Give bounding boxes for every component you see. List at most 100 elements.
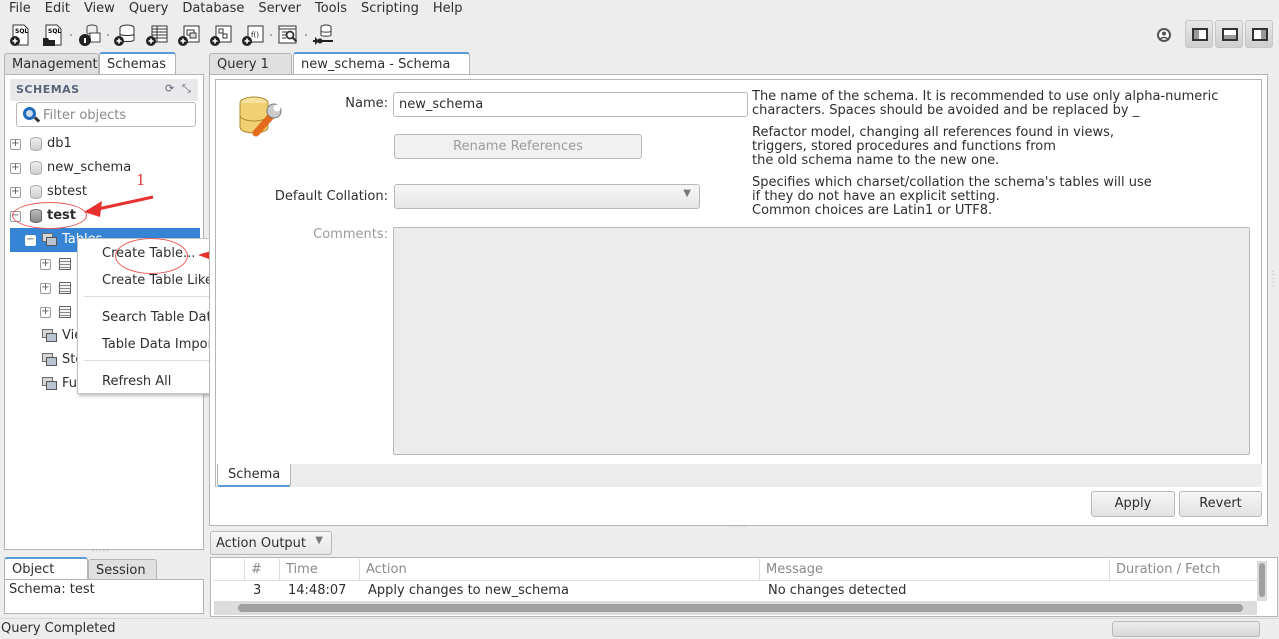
output-type-select[interactable]: Action Output ▼ — [210, 531, 332, 555]
horizontal-scrollbar[interactable] — [214, 601, 1257, 615]
preferences-button[interactable] — [1154, 22, 1174, 52]
annotation-circle — [115, 238, 188, 274]
editor-subtabs: Schema — [217, 464, 1262, 487]
output-header-row: # Time Action Message Duration / Fetch — [214, 559, 1257, 581]
collation-label: Default Collation: — [274, 189, 388, 204]
expand-icon[interactable]: + — [40, 259, 51, 270]
cell-number: 3 — [253, 583, 262, 598]
refresh-icon[interactable]: ⟳ — [165, 82, 174, 95]
tree-item-new-schema[interactable]: + new_schema — [10, 156, 200, 180]
collation-help-text: Specifies which charset/collation the sc… — [752, 175, 1152, 218]
scrollbar-thumb[interactable] — [238, 604, 1243, 612]
menu-view[interactable]: View — [76, 0, 121, 18]
expand-icon[interactable]: + — [10, 139, 21, 150]
toolbar-separator — [107, 34, 109, 36]
tab-object-info[interactable]: Object Info — [4, 557, 88, 598]
tree-item-label: db1 — [47, 136, 72, 151]
splitter-handle[interactable]: ····· — [729, 522, 747, 531]
menu-file[interactable]: File — [0, 0, 37, 18]
rename-references-button[interactable]: Rename References — [394, 134, 642, 159]
schemas-header: SCHEMAS ⟳ ⤡ — [10, 79, 198, 101]
collapse-icon[interactable]: ⤡ — [182, 82, 191, 96]
scrollbar-thumb[interactable] — [1259, 563, 1265, 597]
views-folder-icon — [42, 329, 58, 342]
new-sql-tab-icon[interactable]: SQL — [8, 23, 32, 47]
menu-item-create-table-like[interactable]: Create Table Like... — [102, 273, 225, 288]
schema-name-input[interactable] — [393, 92, 748, 117]
table-icon — [59, 306, 71, 318]
toggle-secondary-sidebar-button[interactable] — [1245, 20, 1273, 48]
toggle-secondary-sidebar-icon — [1252, 28, 1268, 41]
preferences-gear-icon — [1157, 28, 1171, 42]
column-header-time[interactable]: Time — [279, 559, 359, 581]
expand-icon[interactable]: + — [40, 307, 51, 318]
column-header-duration[interactable]: Duration / Fetch — [1109, 559, 1257, 581]
reconnect-icon[interactable] — [311, 23, 335, 47]
splitter-handle[interactable]: ····· — [92, 547, 110, 556]
main-toolbar: SQL SQL f() — [0, 20, 1279, 50]
inspector-icon[interactable] — [78, 23, 102, 47]
column-header-message[interactable]: Message — [759, 559, 1104, 581]
tab-schemas[interactable]: Schemas — [99, 52, 176, 75]
tree-item-db1[interactable]: + db1 — [10, 132, 200, 156]
expand-icon[interactable]: + — [40, 283, 51, 294]
menu-query[interactable]: Query — [121, 0, 175, 18]
subtab-schema[interactable]: Schema — [217, 464, 292, 487]
menu-item-refresh-all[interactable]: Refresh All — [102, 374, 171, 389]
cell-time: 14:48:07 — [288, 583, 347, 598]
create-schema-icon[interactable] — [113, 23, 137, 47]
menu-database[interactable]: Database — [174, 0, 250, 18]
create-table-icon[interactable] — [145, 23, 169, 47]
create-view-icon[interactable] — [177, 23, 201, 47]
progress-bar — [1112, 621, 1260, 637]
functions-folder-icon — [42, 377, 58, 390]
name-help-text: The name of the schema. It is recommende… — [752, 89, 1219, 118]
tab-management[interactable]: Management — [4, 53, 99, 75]
action-output: # Time Action Message Duration / Fetch 3… — [210, 557, 1278, 617]
collapse-icon[interactable]: − — [25, 235, 36, 246]
toggle-output-icon — [1222, 28, 1238, 41]
vertical-scrollbar[interactable] — [1257, 561, 1267, 601]
filter-field — [16, 102, 196, 127]
toolbar-separator — [70, 34, 72, 36]
create-function-icon[interactable]: f() — [241, 23, 265, 47]
revert-button[interactable]: Revert — [1179, 491, 1262, 517]
object-info-text: Schema: test — [9, 582, 95, 597]
tables-folder-icon — [42, 233, 58, 246]
schema-editor: Name: The name of the schema. It is reco… — [209, 74, 1268, 526]
table-icon — [59, 258, 71, 270]
output-type-value: Action Output — [216, 536, 307, 551]
expand-icon[interactable]: + — [10, 187, 21, 198]
tab-query-1[interactable]: Query 1✖ — [209, 53, 292, 93]
comments-textarea[interactable] — [393, 227, 1250, 455]
splitter-handle[interactable]: ····· — [1268, 270, 1277, 288]
menu-edit[interactable]: Edit — [37, 0, 76, 18]
toggle-sidebar-button[interactable] — [1185, 20, 1213, 48]
apply-button[interactable]: Apply — [1091, 491, 1175, 517]
svg-text:SQL: SQL — [15, 28, 28, 35]
chevron-down-icon: ▼ — [683, 188, 691, 199]
open-sql-script-icon[interactable]: SQL — [41, 23, 65, 47]
output-row[interactable]: 3 14:48:07 Apply changes to new_schema N… — [214, 580, 1257, 602]
menu-tools[interactable]: Tools — [307, 0, 353, 18]
menu-server[interactable]: Server — [250, 0, 307, 18]
annotation-circle — [12, 202, 87, 229]
create-procedure-icon[interactable] — [209, 23, 233, 47]
column-header-number[interactable]: # — [244, 559, 279, 581]
schema-editor-body: Name: The name of the schema. It is reco… — [215, 79, 1262, 487]
search-table-data-icon[interactable] — [276, 23, 300, 47]
menu-help[interactable]: Help — [425, 0, 469, 18]
menu-scripting[interactable]: Scripting — [353, 0, 425, 18]
search-icon — [23, 107, 36, 120]
default-collation-select[interactable]: ▼ — [394, 184, 700, 209]
procedures-folder-icon — [42, 353, 58, 366]
toggle-output-button[interactable] — [1215, 20, 1243, 48]
cell-message: No changes detected — [768, 583, 907, 598]
column-header-action[interactable]: Action — [359, 559, 759, 581]
rename-help-text: Refactor model, changing all references … — [752, 125, 1115, 168]
tab-new-schema[interactable]: new_schema - Schema✖ — [293, 52, 470, 93]
database-icon — [30, 137, 42, 151]
filter-input[interactable] — [43, 106, 191, 124]
expand-icon[interactable]: + — [10, 163, 21, 174]
tab-session[interactable]: Session — [88, 559, 157, 580]
